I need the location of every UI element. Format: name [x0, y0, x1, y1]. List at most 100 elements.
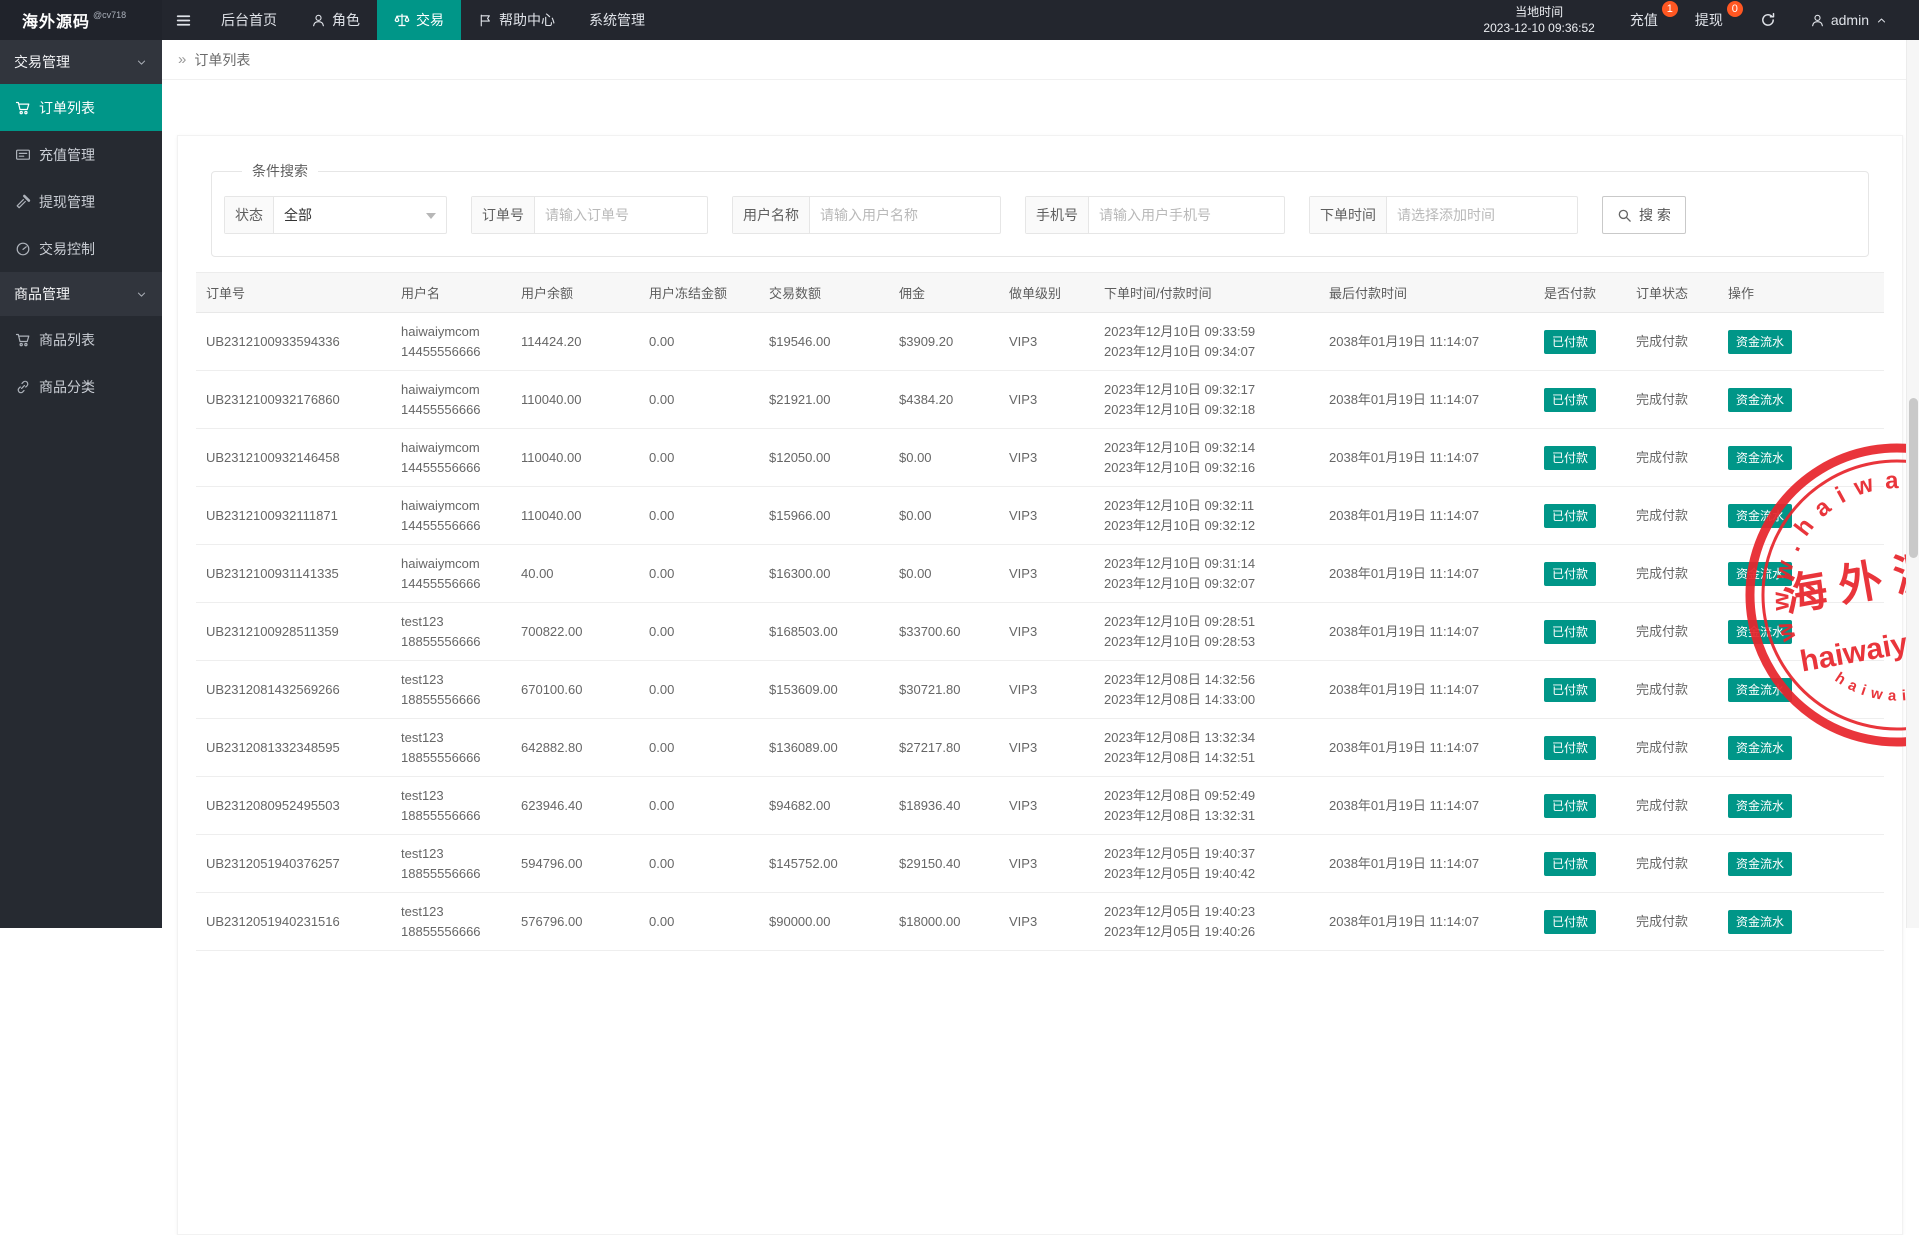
fund-flow-button[interactable]: 资金流水	[1728, 678, 1792, 702]
caret-down-icon	[426, 213, 436, 219]
nav-item-roles[interactable]: 角色	[294, 0, 377, 40]
sidebar-section-goods[interactable]: 商品管理	[0, 272, 162, 316]
refresh-button[interactable]	[1743, 0, 1793, 40]
paid-badge[interactable]: 已付款	[1544, 678, 1596, 702]
order-id-cell: UB2312081432569266	[196, 661, 391, 719]
paid-badge[interactable]: 已付款	[1544, 910, 1596, 934]
order-time-filter: 下单时间	[1309, 196, 1578, 234]
fund-flow-button[interactable]: 资金流水	[1728, 388, 1792, 412]
sidebar-section-trade[interactable]: 交易管理	[0, 40, 162, 84]
sidebar-item-recharge-mgmt[interactable]: 充值管理	[0, 131, 162, 178]
order-id-cell: UB2312100928511359	[196, 603, 391, 661]
search-button[interactable]: 搜 索	[1602, 196, 1686, 234]
phone-filter: 手机号	[1025, 196, 1285, 234]
nav-item-system[interactable]: 系统管理	[572, 0, 662, 40]
recharge-badge: 1	[1662, 1, 1678, 17]
table-row: UB2312081332348595test123188555566666428…	[196, 719, 1884, 777]
status-select[interactable]: 全部	[274, 197, 446, 233]
search-panel-title: 条件搜索	[242, 161, 318, 181]
action-cell: 资金流水	[1718, 487, 1884, 545]
order-time-cell: 2023年12月05日 19:40:232023年12月05日 19:40:26	[1094, 893, 1319, 951]
order-time-cell: 2023年12月10日 09:28:512023年12月10日 09:28:53	[1094, 603, 1319, 661]
fund-flow-button[interactable]: 资金流水	[1728, 504, 1792, 528]
sidebar-item-goods-list[interactable]: 商品列表	[0, 316, 162, 363]
order-no-input[interactable]	[535, 197, 707, 233]
frozen-cell: 0.00	[639, 661, 759, 719]
recharge-button[interactable]: 充值 1	[1613, 0, 1678, 40]
commission-cell: $0.00	[889, 545, 999, 603]
paid-badge[interactable]: 已付款	[1544, 736, 1596, 760]
balance-cell: 110040.00	[511, 487, 639, 545]
user-name-label: 用户名称	[733, 197, 810, 233]
commission-cell: $3909.20	[889, 313, 999, 371]
level-cell: VIP3	[999, 777, 1094, 835]
fund-flow-button[interactable]: 资金流水	[1728, 910, 1792, 934]
sidebar-item-order-list[interactable]: 订单列表	[0, 84, 162, 131]
paid-badge[interactable]: 已付款	[1544, 504, 1596, 528]
fund-flow-button[interactable]: 资金流水	[1728, 794, 1792, 818]
column-header: 订单状态	[1626, 273, 1718, 313]
sidebar-collapse-button[interactable]	[162, 0, 204, 40]
main-content: » 订单列表 条件搜索 状态 全部 订单号	[162, 40, 1919, 928]
paid-cell: 已付款	[1534, 893, 1626, 951]
phone-input[interactable]	[1089, 197, 1284, 233]
last-pay-time-cell: 2038年01月19日 11:14:07	[1319, 719, 1534, 777]
user-menu[interactable]: admin	[1793, 0, 1905, 40]
level-cell: VIP3	[999, 371, 1094, 429]
sidebar-item-goods-category[interactable]: 商品分类	[0, 363, 162, 410]
chevron-down-icon	[135, 56, 148, 69]
nav-item-dashboard[interactable]: 后台首页	[204, 0, 294, 40]
order-id-cell: UB2312100932176860	[196, 371, 391, 429]
paid-badge[interactable]: 已付款	[1544, 620, 1596, 644]
paid-badge[interactable]: 已付款	[1544, 330, 1596, 354]
order-time-cell: 2023年12月05日 19:40:372023年12月05日 19:40:42	[1094, 835, 1319, 893]
fund-flow-button[interactable]: 资金流水	[1728, 446, 1792, 470]
commission-cell: $33700.60	[889, 603, 999, 661]
action-cell: 资金流水	[1718, 313, 1884, 371]
local-time-label: 当地时间	[1515, 4, 1563, 20]
action-cell: 资金流水	[1718, 371, 1884, 429]
fund-flow-button[interactable]: 资金流水	[1728, 852, 1792, 876]
paid-cell: 已付款	[1534, 719, 1626, 777]
user-name-input[interactable]	[810, 197, 1000, 233]
frozen-cell: 0.00	[639, 487, 759, 545]
app-logo-badge: @cv718	[93, 10, 126, 20]
sidebar-item-trade-control[interactable]: 交易控制	[0, 225, 162, 272]
fund-flow-button[interactable]: 资金流水	[1728, 562, 1792, 586]
paid-badge[interactable]: 已付款	[1544, 562, 1596, 586]
paid-cell: 已付款	[1534, 545, 1626, 603]
last-pay-time-cell: 2038年01月19日 11:14:07	[1319, 835, 1534, 893]
fund-flow-button[interactable]: 资金流水	[1728, 736, 1792, 760]
order-time-input[interactable]	[1387, 197, 1577, 233]
commission-cell: $18000.00	[889, 893, 999, 951]
commission-cell: $18936.40	[889, 777, 999, 835]
order-id-cell: UB2312051940376257	[196, 835, 391, 893]
commission-cell: $0.00	[889, 429, 999, 487]
paid-badge[interactable]: 已付款	[1544, 446, 1596, 470]
fund-flow-button[interactable]: 资金流水	[1728, 620, 1792, 644]
frozen-cell: 0.00	[639, 777, 759, 835]
frozen-cell: 0.00	[639, 893, 759, 951]
sidebar-item-withdraw-mgmt[interactable]: 提现管理	[0, 178, 162, 225]
filter-row: 状态 全部 订单号 用户名称	[224, 196, 1856, 234]
last-pay-time-cell: 2038年01月19日 11:14:07	[1319, 603, 1534, 661]
order-time-cell: 2023年12月08日 14:32:562023年12月08日 14:33:00	[1094, 661, 1319, 719]
order-status-cell: 完成付款	[1626, 603, 1718, 661]
topbar-right: 当地时间 2023-12-10 09:36:52 充值 1 提现 0 admin	[1465, 0, 1919, 40]
paid-badge[interactable]: 已付款	[1544, 852, 1596, 876]
withdraw-button[interactable]: 提现 0	[1678, 0, 1743, 40]
amount-cell: $21921.00	[759, 371, 889, 429]
scrollbar-thumb[interactable]	[1909, 398, 1918, 558]
frozen-cell: 0.00	[639, 545, 759, 603]
nav-item-help-center[interactable]: 帮助中心	[461, 0, 572, 40]
order-table-body: UB2312100933594336haiwaiymcom14455556666…	[196, 313, 1884, 951]
order-time-label: 下单时间	[1310, 197, 1387, 233]
paid-badge[interactable]: 已付款	[1544, 388, 1596, 412]
commission-cell: $29150.40	[889, 835, 999, 893]
balance-cell: 670100.60	[511, 661, 639, 719]
order-id-cell: UB2312100932111871	[196, 487, 391, 545]
paid-badge[interactable]: 已付款	[1544, 794, 1596, 818]
fund-flow-button[interactable]: 资金流水	[1728, 330, 1792, 354]
table-row: UB2312081432569266test123188555566666701…	[196, 661, 1884, 719]
nav-item-trade[interactable]: 交易	[377, 0, 461, 40]
